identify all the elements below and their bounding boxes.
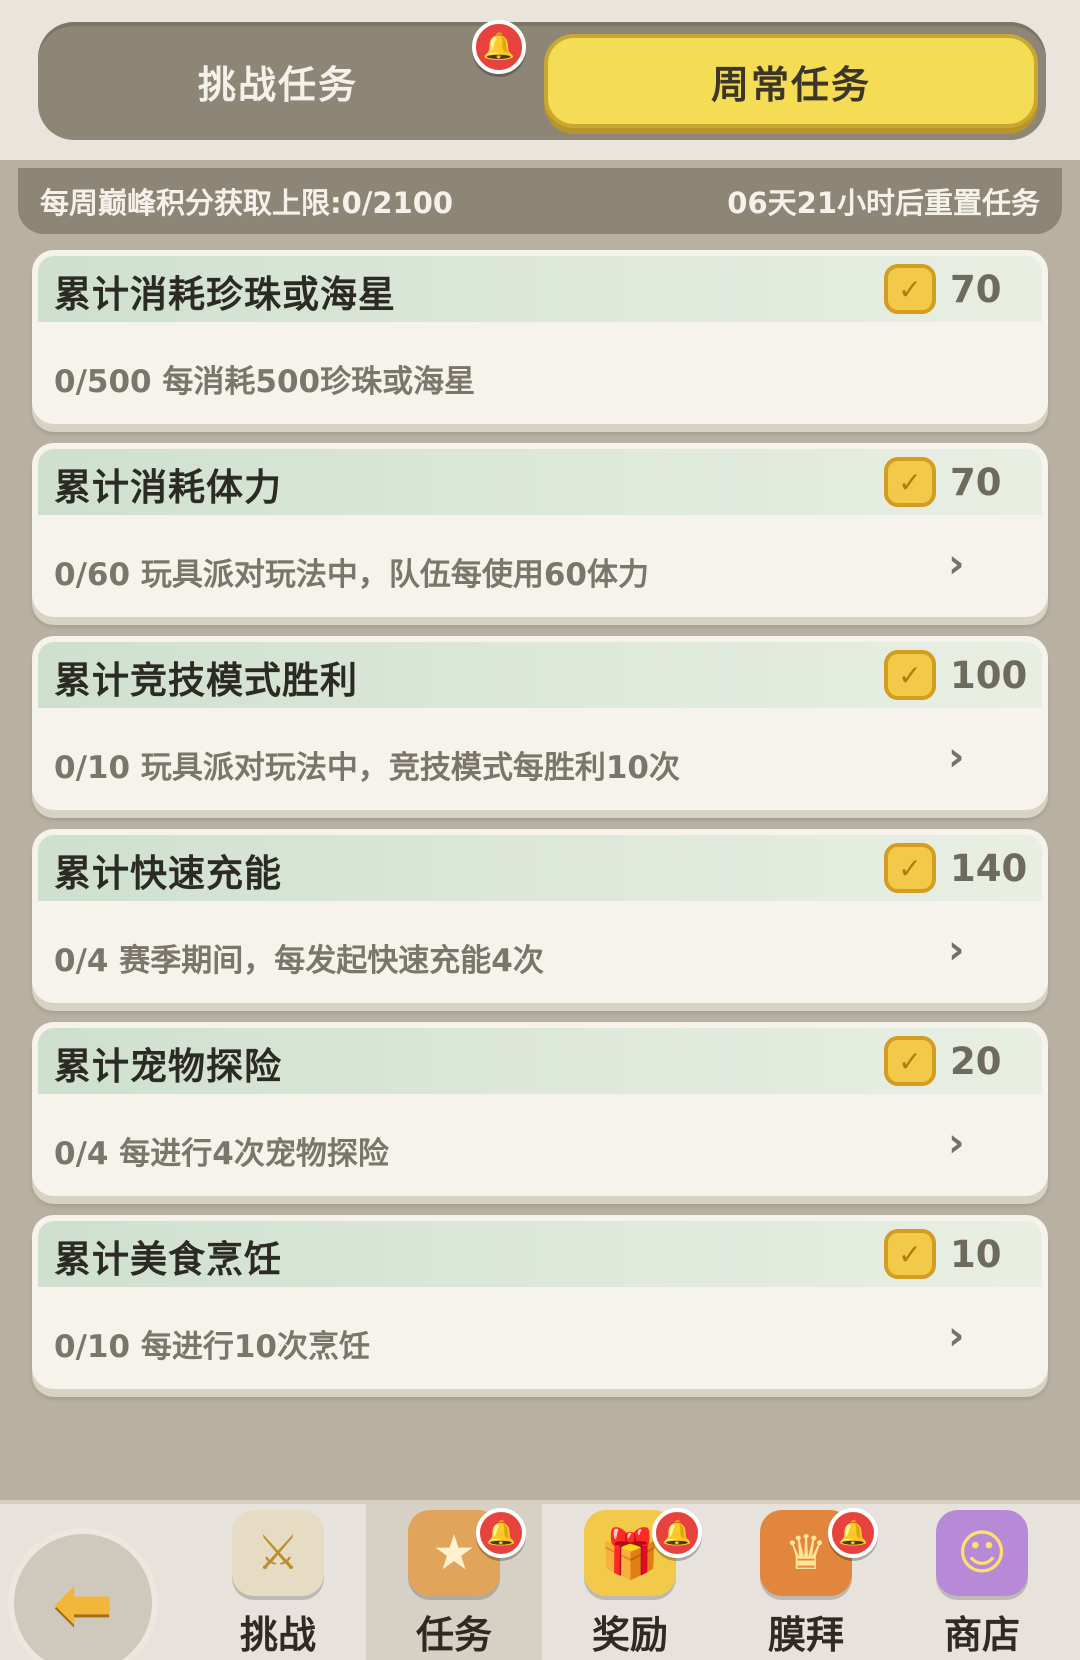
- top-frame: 挑战任务 周常任务 🔔: [0, 0, 1080, 160]
- tab-weekly[interactable]: 周常任务: [544, 34, 1038, 128]
- task-header: 累计消耗珍珠或海星 ✓ 70: [38, 256, 1042, 322]
- peak-badge-icon: ✓: [884, 1036, 936, 1086]
- chevron-right-icon[interactable]: ›: [948, 1313, 964, 1359]
- tab-bar: 挑战任务 周常任务: [38, 22, 1046, 140]
- chevron-right-icon[interactable]: ›: [948, 734, 964, 780]
- bell-icon: 🔔: [652, 1508, 702, 1558]
- nav-shop[interactable]: ☺ 商店: [894, 1504, 1070, 1660]
- task-description: 0/60 玩具派对玩法中，队伍每使用60体力: [54, 557, 649, 593]
- task-title: 累计竞技模式胜利: [54, 659, 358, 702]
- task-card[interactable]: 累计消耗体力 ✓ 70 0/60 玩具派对玩法中，队伍每使用60体力 ›: [32, 443, 1048, 617]
- peak-badge-icon: ✓: [884, 843, 936, 893]
- nav-rewards[interactable]: 🎁 奖励 🔔: [542, 1504, 718, 1660]
- reward-value: 100: [950, 654, 1028, 697]
- back-button[interactable]: ⬅: [8, 1528, 158, 1660]
- nav-worship[interactable]: ♛ 膜拜 🔔: [718, 1504, 894, 1660]
- bell-icon: 🔔: [472, 20, 526, 74]
- reward-value: 70: [950, 461, 1002, 504]
- nav-label: 膜拜: [767, 1613, 844, 1657]
- reward-value: 70: [950, 268, 1002, 311]
- task-header: 累计美食烹饪 ✓ 10: [38, 1221, 1042, 1287]
- peak-badge-icon: ✓: [884, 650, 936, 700]
- task-title: 累计消耗体力: [54, 466, 282, 509]
- task-description: 0/500 每消耗500珍珠或海星: [54, 364, 476, 400]
- task-title: 累计美食烹饪: [54, 1238, 282, 1281]
- task-header: 累计宠物探险 ✓ 20: [38, 1028, 1042, 1094]
- task-card[interactable]: 累计宠物探险 ✓ 20 0/4 每进行4次宠物探险 ›: [32, 1022, 1048, 1196]
- nav-label: 奖励: [591, 1613, 668, 1657]
- peak-badge-icon: ✓: [884, 1229, 936, 1279]
- task-description: 0/10 玩具派对玩法中，竞技模式每胜利10次: [54, 750, 680, 786]
- nav-tasks[interactable]: ★ 任务 🔔: [366, 1504, 542, 1660]
- nav-label: 挑战: [239, 1613, 316, 1657]
- chevron-right-icon[interactable]: ›: [948, 1120, 964, 1166]
- task-list: 累计消耗珍珠或海星 ✓ 70 0/500 每消耗500珍珠或海星 累计消耗体力 …: [32, 250, 1048, 1408]
- task-card[interactable]: 累计消耗珍珠或海星 ✓ 70 0/500 每消耗500珍珠或海星: [32, 250, 1048, 424]
- task-title: 累计消耗珍珠或海星: [54, 273, 396, 316]
- nav-label: 商店: [943, 1613, 1020, 1657]
- info-bar: 每周巅峰积分获取上限:0/2100 06天21小时后重置任务: [18, 168, 1062, 234]
- task-header: 累计消耗体力 ✓ 70: [38, 449, 1042, 515]
- task-description: 0/4 赛季期间，每发起快速充能4次: [54, 943, 544, 979]
- reward-value: 140: [950, 847, 1028, 890]
- bell-icon: 🔔: [476, 1508, 526, 1558]
- crossed-swords-icon: ⚔: [232, 1510, 324, 1596]
- task-title: 累计快速充能: [54, 852, 282, 895]
- nav-label: 任务: [415, 1613, 492, 1657]
- peak-badge-icon: ✓: [884, 457, 936, 507]
- task-card[interactable]: 累计美食烹饪 ✓ 10 0/10 每进行10次烹饪 ›: [32, 1215, 1048, 1389]
- weekly-limit-text: 每周巅峰积分获取上限:0/2100: [40, 186, 454, 220]
- peak-badge-icon: ✓: [884, 264, 936, 314]
- task-card[interactable]: 累计快速充能 ✓ 140 0/4 赛季期间，每发起快速充能4次 ›: [32, 829, 1048, 1003]
- reset-timer-text: 06天21小时后重置任务: [727, 186, 1040, 220]
- task-description: 0/10 每进行10次烹饪: [54, 1329, 370, 1365]
- tab-challenge[interactable]: 挑战任务: [38, 34, 518, 128]
- task-title: 累计宠物探险: [54, 1045, 282, 1088]
- back-arrow-icon: ⬅: [52, 1561, 114, 1645]
- bell-icon: 🔔: [828, 1508, 878, 1558]
- task-description: 0/4 每进行4次宠物探险: [54, 1136, 389, 1172]
- reward-value: 20: [950, 1040, 1002, 1083]
- nav-challenge[interactable]: ⚔ 挑战: [190, 1504, 366, 1660]
- task-header: 累计快速充能 ✓ 140: [38, 835, 1042, 901]
- reward-value: 10: [950, 1233, 1002, 1276]
- chevron-right-icon[interactable]: ›: [948, 927, 964, 973]
- shop-icon: ☺: [936, 1510, 1028, 1596]
- task-card[interactable]: 累计竞技模式胜利 ✓ 100 0/10 玩具派对玩法中，竞技模式每胜利10次 ›: [32, 636, 1048, 810]
- chevron-right-icon[interactable]: ›: [948, 541, 964, 587]
- bottom-nav: ⬅ ⚔ 挑战 ★ 任务 🔔 🎁 奖励 🔔 ♛ 膜拜 🔔 ☺ 商店: [0, 1500, 1080, 1660]
- task-header: 累计竞技模式胜利 ✓ 100: [38, 642, 1042, 708]
